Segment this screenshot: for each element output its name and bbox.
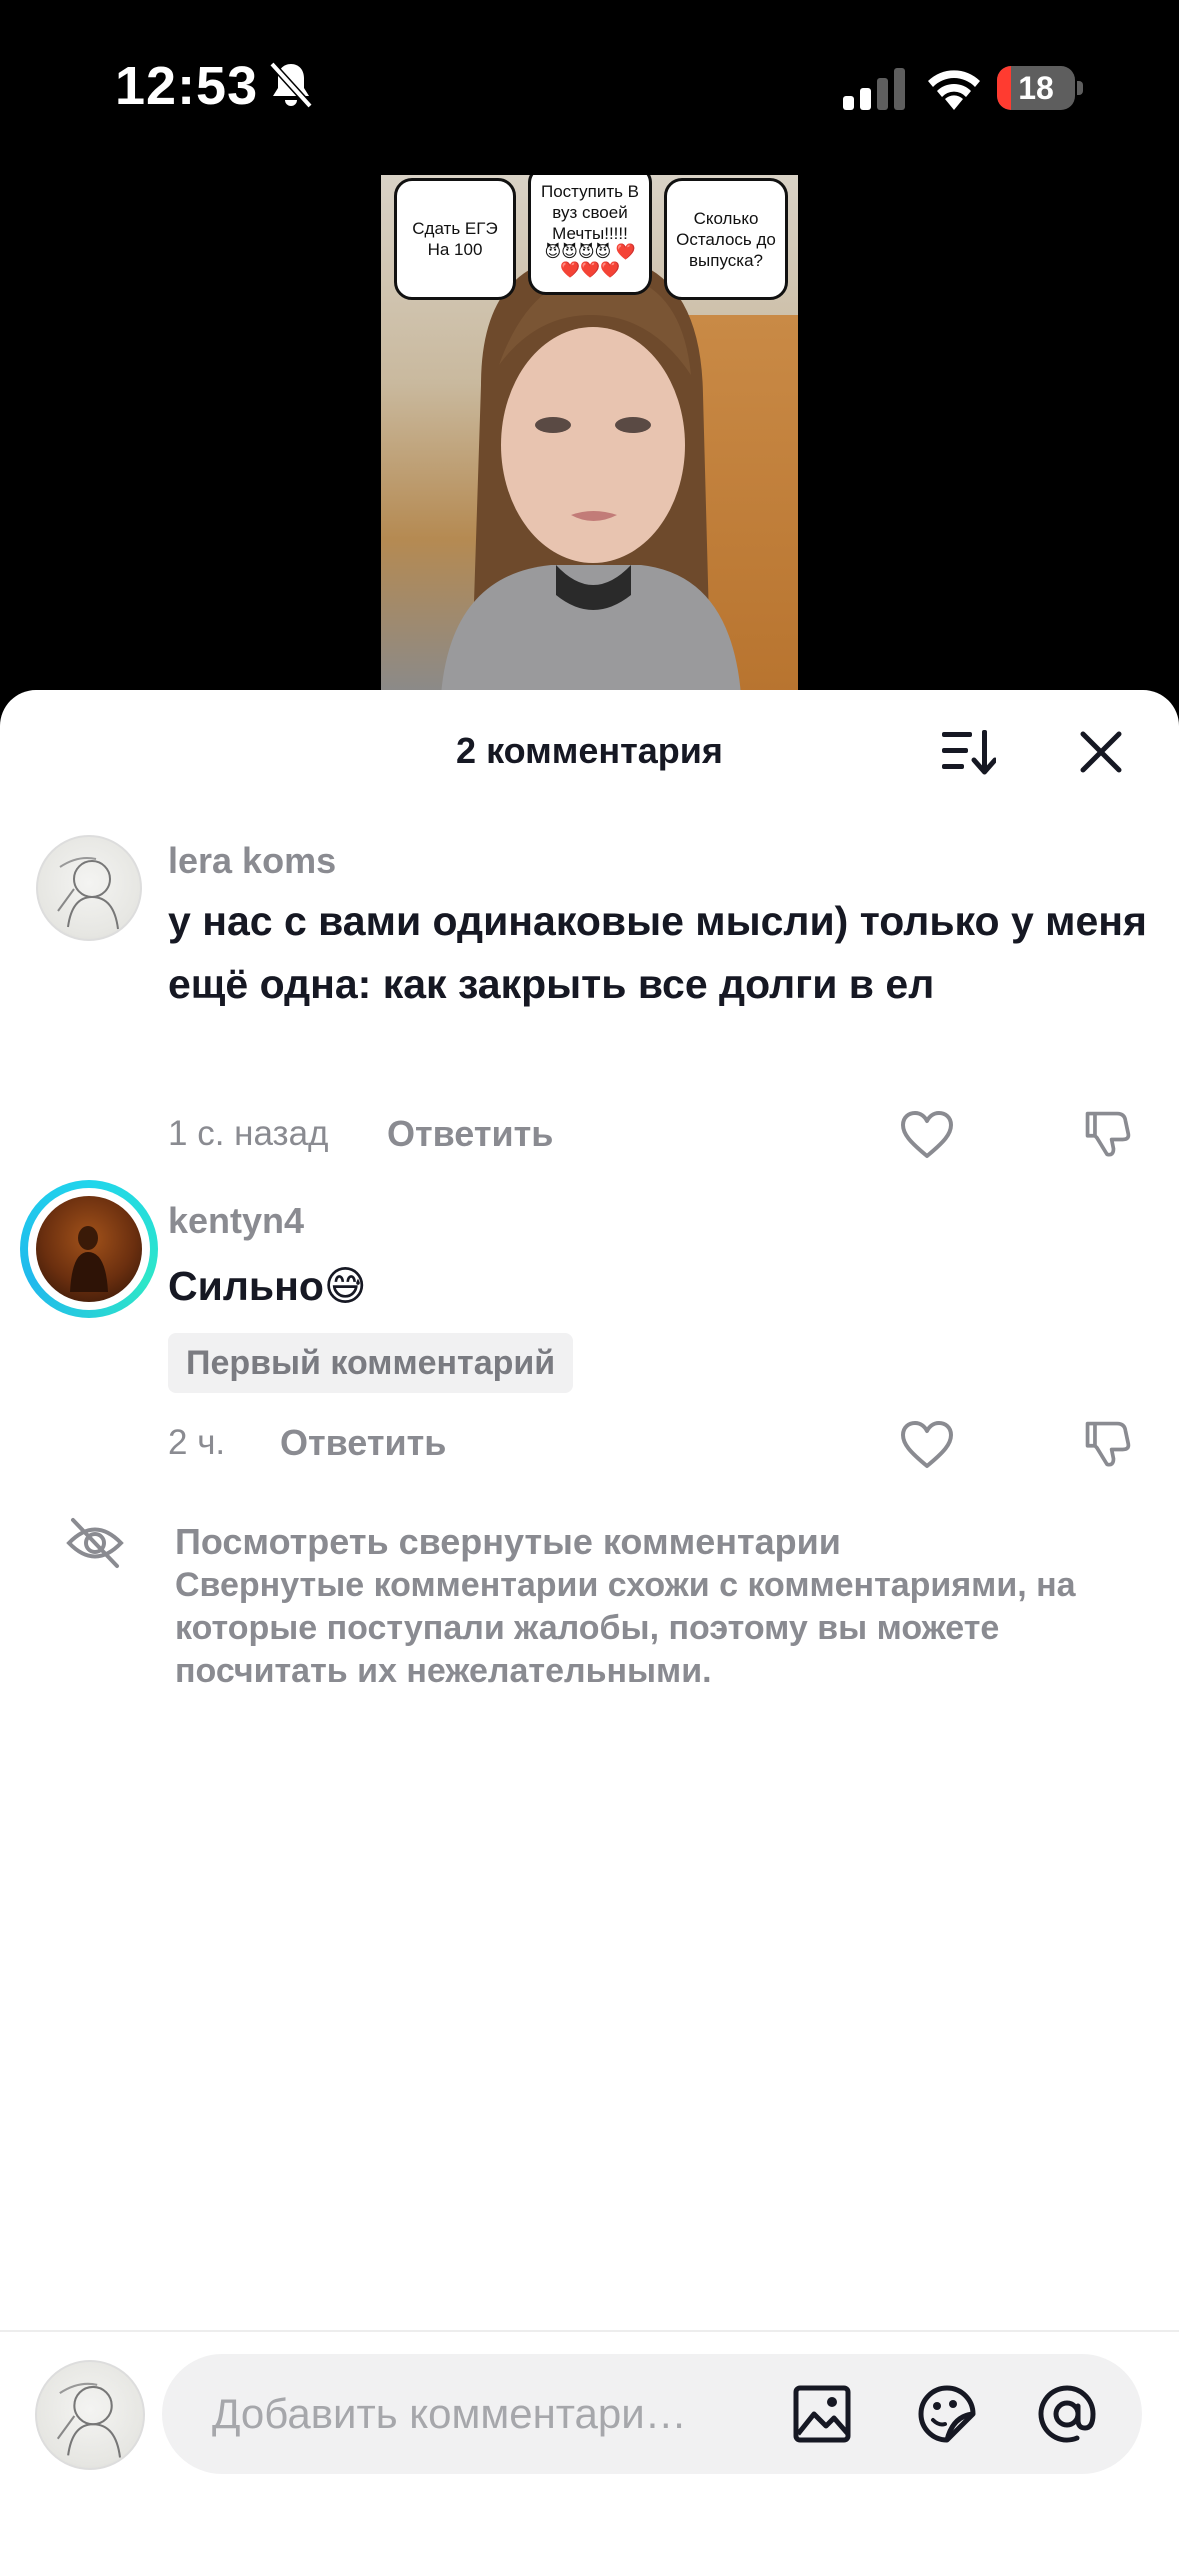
eye-off-icon — [66, 1518, 124, 1568]
image-icon[interactable] — [792, 2384, 852, 2444]
sticker-pass-exam: Сдать ЕГЭ На 100 — [394, 178, 516, 300]
video-frame[interactable]: Сдать ЕГЭ На 100 Поступить В вуз своей М… — [381, 175, 798, 695]
comment-time: 1 с. назад — [168, 1114, 329, 1153]
view-collapsed-comments[interactable]: Посмотреть свернутые комментарии Свернут… — [175, 1520, 1135, 1693]
first-comment-badge: Первый комментарий — [168, 1333, 574, 1393]
avatar[interactable] — [36, 835, 142, 941]
comment-time: 2 ч. — [168, 1423, 226, 1462]
comment-input-bar: Добавить комментари… — [0, 2330, 1179, 2556]
wifi-icon — [928, 70, 980, 110]
mention-icon[interactable] — [1037, 2384, 1097, 2444]
cellular-signal-icon — [843, 68, 905, 110]
status-bar: 12:53 18 — [0, 0, 1179, 175]
dislike-icon[interactable] — [1080, 1108, 1134, 1158]
comment-username[interactable]: lera koms — [168, 840, 336, 882]
comments-sheet: 2 комментария lera koms у нас с вами оди… — [0, 690, 1179, 2556]
comment-input-placeholder: Добавить комментари… — [212, 2390, 687, 2437]
collapsed-title[interactable]: Посмотреть свернутые комментарии — [175, 1520, 1135, 1564]
avatar-photo-image — [70, 1226, 108, 1292]
comment-input[interactable]: Добавить комментари… — [162, 2354, 1142, 2474]
video-person-image — [441, 255, 741, 695]
status-time: 12:53 — [115, 56, 259, 116]
battery-icon: 18 — [997, 66, 1083, 110]
like-heart-icon[interactable] — [900, 1420, 954, 1470]
collapsed-description: Свернутые комментарии схожи с комментари… — [175, 1566, 1076, 1690]
battery-level: 18 — [1018, 70, 1054, 106]
avatar-story-ring[interactable] — [20, 1180, 158, 1318]
sort-icon[interactable] — [940, 726, 996, 776]
sticker-graduation: Сколько Осталось до выпуска? — [664, 178, 788, 300]
video-area[interactable]: Сдать ЕГЭ На 100 Поступить В вуз своей М… — [0, 175, 1179, 695]
dislike-icon[interactable] — [1080, 1418, 1134, 1468]
emoji-sticker-icon[interactable] — [917, 2384, 977, 2444]
sticker-university: Поступить В вуз своей Мечты!!!!! 😈😈😈😈 ❤️… — [528, 175, 652, 295]
reply-button[interactable]: Ответить — [387, 1113, 553, 1155]
reply-button[interactable]: Ответить — [280, 1422, 446, 1464]
bell-off-icon — [269, 61, 313, 109]
comment-username[interactable]: kentyn4 — [168, 1200, 304, 1242]
current-user-avatar[interactable] — [35, 2360, 145, 2470]
comment-text: у нас с вами одинаковые мысли) только у … — [168, 898, 1147, 1007]
comments-count-title: 2 комментария — [456, 730, 723, 771]
sketch-avatar-image — [57, 857, 119, 930]
close-icon[interactable] — [1077, 728, 1125, 776]
sketch-avatar-image — [56, 2382, 122, 2458]
avatar[interactable] — [36, 1196, 142, 1302]
comment-text: Сильно😅 — [168, 1263, 367, 1309]
like-heart-icon[interactable] — [900, 1110, 954, 1160]
